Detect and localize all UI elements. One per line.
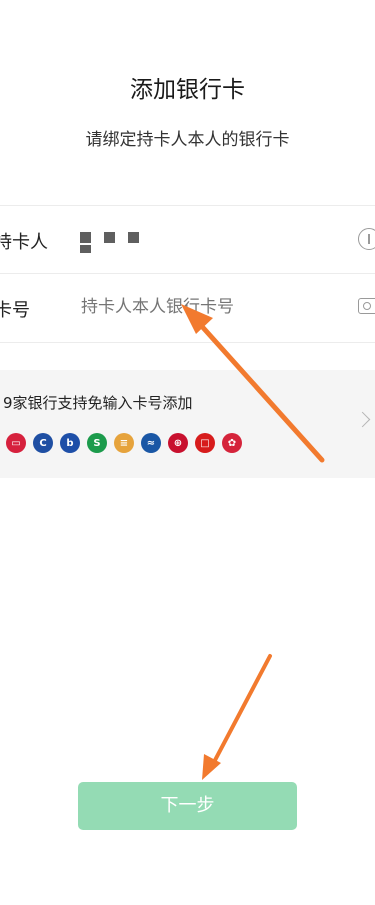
bank-icon-4: S — [87, 433, 107, 453]
bank-icon-1: ▭ — [6, 433, 26, 453]
camera-icon[interactable] — [358, 298, 375, 314]
page-title: 添加银行卡 — [130, 77, 245, 103]
quick-add-bank-panel[interactable]: 9家银行支持免输入卡号添加 ▭ Cb S ≡ ≈ ⊕ □ ✿ — [0, 370, 375, 478]
info-icon[interactable] — [358, 228, 375, 250]
cardholder-row: 持卡人 — [0, 206, 375, 274]
card-form: 持卡人 卡号 — [0, 205, 375, 343]
next-button[interactable]: 下一步 — [78, 782, 297, 830]
cardholder-label: 持卡人 — [0, 232, 48, 253]
bank-icon-9: ✿ — [222, 433, 242, 453]
arrow-to-next-button-icon — [202, 654, 272, 780]
bank-icon-3: b — [60, 433, 80, 453]
masked-cardholder-name — [80, 228, 150, 254]
bank-icon-5: ≡ — [114, 433, 134, 453]
bank-icon-list: ▭ Cb S ≡ ≈ ⊕ □ ✿ — [6, 433, 242, 453]
card-number-input[interactable] — [81, 297, 301, 317]
card-number-row: 卡号 — [0, 274, 375, 341]
page-subtitle: 请绑定持卡人本人的银行卡 — [85, 130, 290, 150]
bank-icon-2: C — [33, 433, 53, 453]
bank-icon-6: ≈ — [141, 433, 161, 453]
bank-icon-8: □ — [195, 433, 215, 453]
bank-icon-7: ⊕ — [168, 433, 188, 453]
card-number-label: 卡号 — [0, 300, 30, 321]
quick-add-text: 9家银行支持免输入卡号添加 — [3, 394, 193, 412]
chevron-right-icon — [354, 411, 371, 428]
